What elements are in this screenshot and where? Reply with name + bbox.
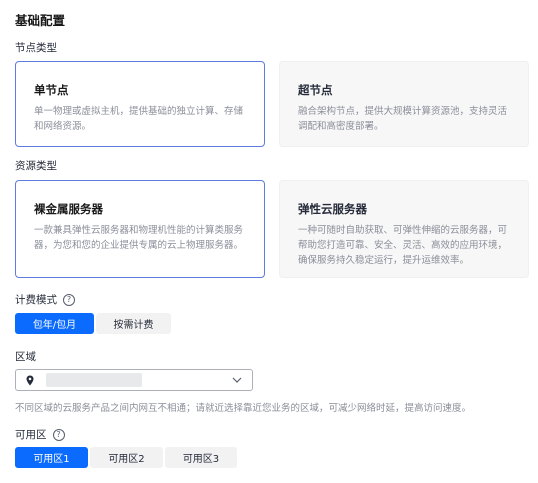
- node-type-card-super[interactable]: 超节点 融合架构节点，提供大规模计算资源池，支持灵活调配和高密度部署。: [279, 61, 529, 147]
- card-desc: 融合架构节点，提供大规模计算资源池，支持灵活调配和高密度部署。: [298, 106, 508, 132]
- az-option-3[interactable]: 可用区3: [165, 447, 237, 468]
- node-type-card-single[interactable]: 单节点 单一物理或虚拟主机，提供基础的独立计算、存储和网络资源。: [15, 61, 265, 147]
- help-circle-icon[interactable]: ?: [63, 293, 75, 306]
- region-hint: 不同区域的云服务产品之间内网互不相通；请就近选择靠近您业务的区域，可减少网络时延…: [15, 403, 472, 414]
- node-type-label-text: 节点类型: [15, 42, 57, 54]
- region-selected-value: [46, 373, 142, 387]
- section-title: 基础配置: [15, 13, 66, 28]
- region-label-text: 区域: [15, 351, 36, 363]
- billing-option-on-demand[interactable]: 按需计费: [96, 313, 171, 334]
- billing-mode-group: 包年/包月 按需计费: [15, 313, 171, 334]
- resource-type-card-ecs[interactable]: 弹性云服务器 一种可随时自助获取、可弹性伸缩的云服务器，可帮助您打造可靠、安全、…: [279, 180, 529, 278]
- az-option-1[interactable]: 可用区1: [15, 447, 88, 468]
- node-type-label: 节点类型: [15, 40, 57, 55]
- az-option-2[interactable]: 可用区2: [90, 447, 163, 468]
- card-title: 超节点: [298, 83, 333, 97]
- az-label: 可用区 ?: [15, 427, 65, 442]
- resource-type-label: 资源类型: [15, 158, 57, 173]
- card-title: 弹性云服务器: [298, 202, 367, 216]
- region-select[interactable]: [15, 369, 253, 391]
- billing-label: 计费模式 ?: [15, 292, 75, 307]
- az-group: 可用区1 可用区2 可用区3: [15, 447, 237, 468]
- help-circle-icon[interactable]: ?: [52, 428, 65, 441]
- chevron-down-icon: [231, 375, 243, 385]
- az-label-text: 可用区: [15, 429, 47, 441]
- region-label: 区域: [15, 349, 36, 364]
- card-title: 单节点: [34, 83, 69, 97]
- billing-option-yearly-monthly[interactable]: 包年/包月: [15, 313, 94, 334]
- card-desc: 单一物理或虚拟主机，提供基础的独立计算、存储和网络资源。: [34, 106, 244, 132]
- resource-type-label-text: 资源类型: [15, 160, 57, 172]
- location-pin-icon: [24, 373, 36, 387]
- card-desc: 一种可随时自助获取、可弹性伸缩的云服务器，可帮助您打造可靠、安全、灵活、高效的应…: [298, 225, 508, 266]
- card-desc: 一款兼具弹性云服务器和物理机性能的计算类服务器，为您和您的企业提供专属的云上物理…: [34, 225, 244, 251]
- billing-label-text: 计费模式: [15, 294, 57, 306]
- card-title: 裸金属服务器: [34, 202, 103, 216]
- resource-type-card-bare-metal[interactable]: 裸金属服务器 一款兼具弹性云服务器和物理机性能的计算类服务器，为您和您的企业提供…: [15, 180, 265, 278]
